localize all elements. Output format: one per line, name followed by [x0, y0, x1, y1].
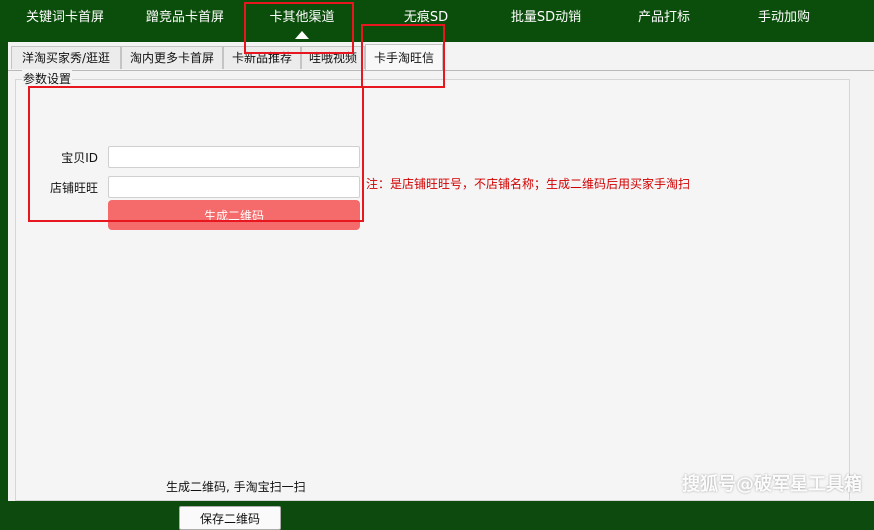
tab-label: 洋淘买家秀/逛逛 — [21, 51, 111, 65]
item-id-input[interactable] — [108, 146, 360, 168]
tab-wow-video[interactable]: 哇哦视频 — [301, 46, 365, 69]
tab-label: 哇哦视频 — [308, 51, 357, 65]
tab-more-first-screen[interactable]: 淘内更多卡首屏 — [121, 46, 223, 69]
generate-qr-button[interactable]: 生成二维码 — [108, 200, 360, 230]
save-qr-button[interactable]: 保存二维码 — [179, 506, 281, 530]
sub-tab-bar: 洋淘买家秀/逛逛 淘内更多卡首屏 卡新品推荐 哇哦视频 卡手淘旺信 — [8, 44, 874, 71]
nav-item-manual-add-to-cart[interactable]: 手动加购 — [742, 0, 826, 36]
tab-wangxin[interactable]: 卡手淘旺信 — [365, 44, 443, 70]
content-panel: 洋淘买家秀/逛逛 淘内更多卡首屏 卡新品推荐 哇哦视频 卡手淘旺信 宝贝ID 店… — [8, 42, 874, 530]
nav-item-label: 产品打标 — [637, 10, 690, 25]
nav-item-competitor-first-screen[interactable]: 蹭竞品卡首屏 — [132, 0, 238, 36]
nav-item-other-channels[interactable]: 卡其他渠道 — [252, 0, 352, 39]
nav-item-label: 批量SD动销 — [510, 10, 582, 25]
nav-item-keyword-first-screen[interactable]: 关键词卡首屏 — [14, 0, 116, 36]
nav-item-label: 蹭竞品卡首屏 — [145, 10, 224, 25]
nav-item-batch-sd-sales[interactable]: 批量SD动销 — [496, 0, 596, 36]
top-nav: 关键词卡首屏 蹭竞品卡首屏 卡其他渠道 无痕SD 批量SD动销 产品打标 手动加… — [0, 0, 874, 42]
nav-item-product-tagging[interactable]: 产品打标 — [622, 0, 706, 36]
group-label: 参数设置 — [22, 70, 73, 87]
param-groupbox: 宝贝ID 店铺旺旺 注：是店铺旺旺号，不店铺名称；生成二维码后用买家手淘扫 生成… — [15, 79, 850, 530]
nav-item-label: 手动加购 — [757, 10, 810, 25]
tab-label: 卡手淘旺信 — [373, 51, 434, 65]
active-caret-icon — [295, 31, 309, 39]
tab-label: 淘内更多卡首屏 — [129, 51, 214, 65]
nav-item-traceless-sd[interactable]: 无痕SD — [378, 0, 474, 36]
shop-wangwang-label: 店铺旺旺 — [49, 181, 98, 195]
qr-caption: 生成二维码, 手淘宝扫一扫 — [166, 480, 306, 494]
nav-item-label: 卡其他渠道 — [269, 10, 335, 25]
note-text: 注：是店铺旺旺号，不店铺名称；生成二维码后用买家手淘扫 — [366, 177, 691, 191]
tab-new-product-recommend[interactable]: 卡新品推荐 — [223, 46, 301, 69]
shop-wangwang-input[interactable] — [108, 176, 360, 198]
watermark: 搜狐号@破军星工具箱 — [682, 474, 862, 495]
tab-buyer-show[interactable]: 洋淘买家秀/逛逛 — [11, 46, 121, 69]
tab-label: 卡新品推荐 — [231, 51, 292, 65]
item-id-label: 宝贝ID — [61, 151, 98, 165]
nav-item-label: 无痕SD — [403, 10, 449, 25]
nav-item-label: 关键词卡首屏 — [25, 10, 104, 25]
